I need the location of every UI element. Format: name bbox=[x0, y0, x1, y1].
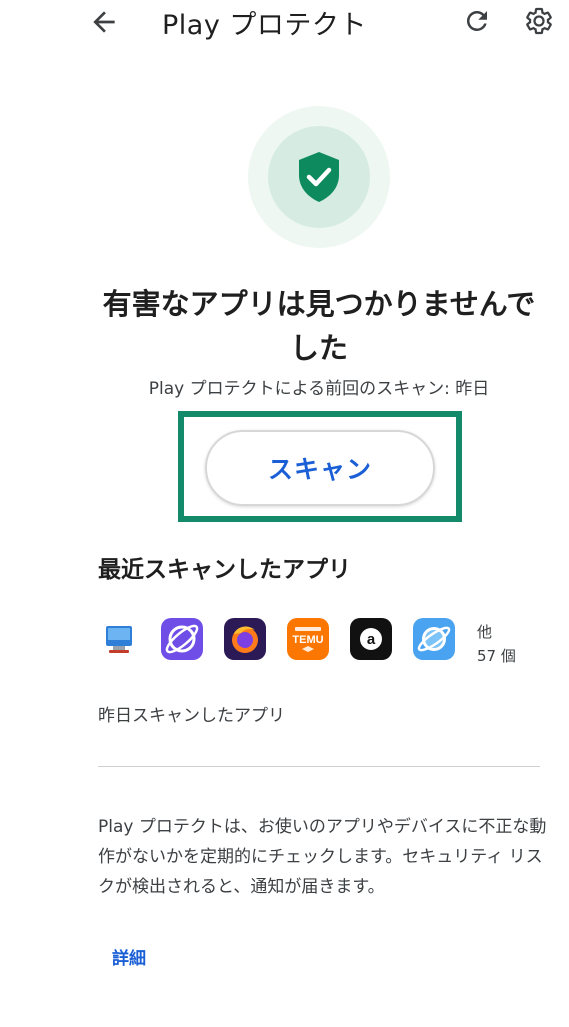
play-protect-description: Play プロテクトは、お使いのアプリやデバイスに不正な動作がないかを定期的にチ… bbox=[98, 817, 547, 897]
last-scan-text: Play プロテクトによる前回のスキャン: 昨日 bbox=[148, 379, 490, 399]
recent-apps-title: 最近スキャンしたアプリ bbox=[98, 557, 351, 583]
scan-button[interactable]: スキャン bbox=[205, 430, 435, 506]
firefox-app-icon bbox=[224, 618, 266, 660]
remote-desktop-app-icon bbox=[98, 618, 140, 660]
details-link[interactable]: 詳細 bbox=[112, 944, 146, 969]
planet-browser-app-icon bbox=[161, 618, 203, 660]
temu-app-icon: TEMU bbox=[287, 618, 329, 660]
divider bbox=[98, 766, 540, 767]
protection-status-emblem bbox=[248, 106, 390, 248]
play-protect-screen: Play プロテクト 有害なアプリは見つかりませんで した Play プロテクト… bbox=[0, 0, 569, 1027]
refresh-icon bbox=[466, 10, 487, 31]
svg-text:TEMU: TEMU bbox=[292, 634, 323, 646]
page-title: Play プロテクト bbox=[162, 10, 367, 41]
a-letter-app-icon: a bbox=[350, 618, 392, 660]
planet-blue-app-icon bbox=[413, 618, 455, 660]
scanned-yesterday-label: 昨日スキャンしたアプリ bbox=[98, 706, 285, 726]
gear-icon bbox=[526, 7, 552, 35]
refresh-button[interactable] bbox=[462, 6, 492, 36]
status-headline: 有害なアプリは見つかりませんで した bbox=[102, 287, 536, 365]
app-bar: Play プロテクト bbox=[0, 0, 569, 48]
shield-check-icon bbox=[299, 152, 339, 202]
arrow-back-icon bbox=[93, 11, 115, 33]
other-apps-count[interactable]: 他 57 個 bbox=[477, 620, 516, 668]
settings-button[interactable] bbox=[524, 6, 554, 36]
svg-text:a: a bbox=[367, 631, 376, 648]
back-button[interactable] bbox=[88, 6, 120, 38]
